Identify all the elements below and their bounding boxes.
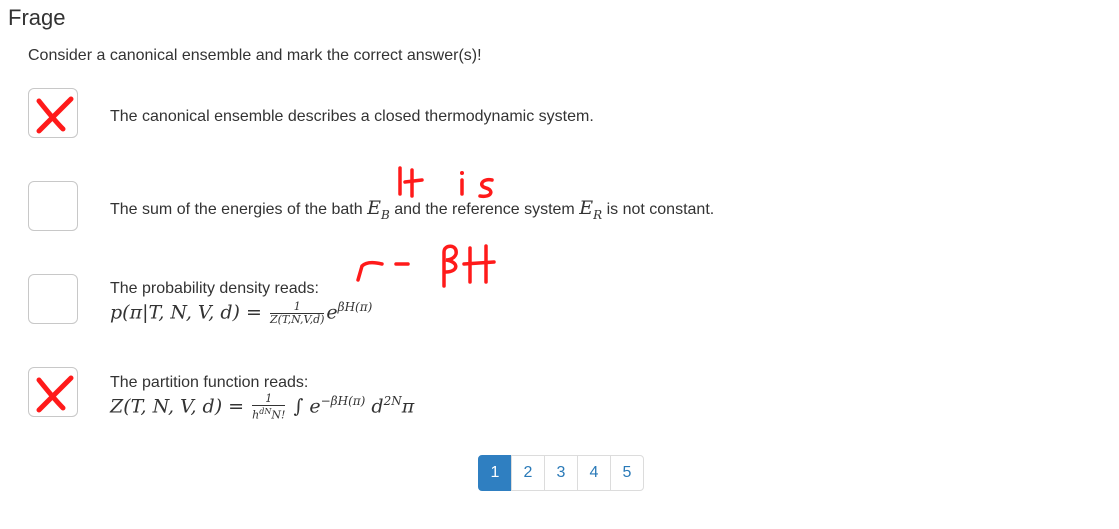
page-button-4[interactable]: 4 bbox=[577, 455, 611, 491]
answer-label-4: The partition function reads: bbox=[110, 374, 309, 391]
answer-checkbox-2[interactable] bbox=[28, 181, 78, 231]
handwritten-annotation-minus-beta-h bbox=[356, 244, 496, 288]
page-button-3[interactable]: 3 bbox=[544, 455, 578, 491]
answer-checkbox-3[interactable] bbox=[28, 274, 78, 324]
answer-label-3: The probability density reads: bbox=[110, 280, 319, 297]
answer-text-1: The canonical ensemble describes a close… bbox=[110, 108, 594, 125]
pagination: 1 2 3 4 5 bbox=[478, 455, 644, 491]
page-title: Frage bbox=[8, 5, 66, 30]
probability-density-formula: p(π|T, N, V, d) = 1 Z(T,N,V,d) eβH(π) bbox=[110, 299, 373, 326]
answer-text-2-part: is not constant. bbox=[606, 201, 715, 218]
red-x-mark-icon bbox=[36, 375, 74, 413]
question-prompt: Consider a canonical ensemble and mark t… bbox=[28, 47, 482, 64]
red-x-mark-icon bbox=[36, 96, 74, 134]
answer-text-2-part: The sum of the energies of the bath bbox=[110, 201, 363, 218]
page-button-2[interactable]: 2 bbox=[511, 455, 545, 491]
answer-checkbox-1[interactable] bbox=[28, 88, 78, 138]
energy-bath-symbol: EB bbox=[367, 197, 390, 222]
answer-text-2: The sum of the energies of the bath EB a… bbox=[110, 197, 714, 222]
handwritten-annotation-it-is bbox=[398, 166, 494, 199]
energy-reference-symbol: ER bbox=[579, 197, 603, 222]
answer-checkbox-4[interactable] bbox=[28, 367, 78, 417]
page-button-1[interactable]: 1 bbox=[478, 455, 512, 491]
partition-function-formula: Z(T, N, V, d) = 1 hdNN! ∫ e−βH(π) d2Nπ bbox=[110, 392, 415, 422]
answer-text-2-part: and the reference system bbox=[394, 201, 575, 218]
page-button-5[interactable]: 5 bbox=[610, 455, 644, 491]
